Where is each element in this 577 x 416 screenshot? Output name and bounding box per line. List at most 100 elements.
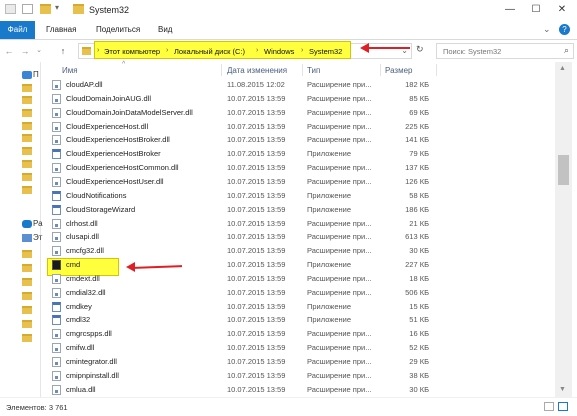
maximize-button[interactable]: ☐ xyxy=(523,0,549,20)
file-row[interactable]: cmgrcspps.dll 10.07.2015 13:59 Расширение … xyxy=(40,327,555,341)
file-row[interactable]: CloudExperienceHostCommon.dll 10.07.2015 … xyxy=(40,161,555,175)
dll-file-icon xyxy=(52,357,61,367)
scroll-down-icon[interactable]: ▼ xyxy=(559,386,566,393)
sidebar-folder-icon[interactable] xyxy=(22,147,32,155)
file-row[interactable]: CloudExperienceHost.dll 10.07.2015 13:59 Р… xyxy=(40,120,555,134)
breadcrumb-this-pc[interactable]: Этот компьютер xyxy=(104,47,160,56)
up-button[interactable]: ↑ xyxy=(57,44,69,58)
breadcrumb-local-disk[interactable]: Локальный диск (C:) xyxy=(174,47,245,56)
minimize-button[interactable]: — xyxy=(497,0,523,20)
sidebar-folder-icon[interactable] xyxy=(22,160,32,168)
sidebar-folder-icon[interactable] xyxy=(22,96,32,104)
file-row[interactable]: cmdial32.dll 10.07.2015 13:59 Расширение п… xyxy=(40,286,555,300)
file-row[interactable]: cmintegrator.dll 10.07.2015 13:59 Расширен… xyxy=(40,355,555,369)
file-size: 15 КБ xyxy=(409,301,429,311)
file-row[interactable]: cmdkey 10.07.2015 13:59 Приложение 15 КБ xyxy=(40,300,555,314)
column-date[interactable]: Дата изменения xyxy=(227,66,287,75)
address-folder-icon xyxy=(82,47,91,55)
file-row[interactable]: CloudDomainJoinDataModelServer.dll 10.07.… xyxy=(40,106,555,120)
search-icon: ⌕ xyxy=(563,45,569,55)
search-input[interactable]: Поиск: System32 ⌕ xyxy=(436,43,574,59)
sidebar-folder-icon[interactable] xyxy=(22,186,32,194)
sidebar-folder-icon[interactable] xyxy=(22,122,32,130)
file-row[interactable]: clrhost.dll 10.07.2015 13:59 Расширение пр… xyxy=(40,217,555,231)
sidebar-item-label[interactable]: П xyxy=(33,70,39,79)
properties-icon[interactable] xyxy=(22,4,33,14)
sidebar-folder-icon[interactable] xyxy=(22,320,32,328)
file-row[interactable]: CloudNotifications 10.07.2015 13:59 Прилож… xyxy=(40,189,555,203)
close-button[interactable]: ✕ xyxy=(549,0,575,20)
file-type: Расширение при... xyxy=(307,370,372,380)
sidebar-folder-icon[interactable] xyxy=(22,292,32,300)
sidebar-folder-icon[interactable] xyxy=(22,109,32,117)
sidebar-star-icon[interactable] xyxy=(22,71,32,79)
file-name: cmdl32 xyxy=(66,315,91,325)
recent-locations-icon[interactable]: ⌄ xyxy=(33,44,45,58)
file-row[interactable]: cloudAP.dll 11.08.2015 12:02 Расширение пр… xyxy=(40,78,555,92)
file-row[interactable]: cmifw.dll 10.07.2015 13:59 Расширение при.… xyxy=(40,341,555,355)
tab-file[interactable]: Файл xyxy=(0,21,35,39)
file-date: 10.07.2015 13:59 xyxy=(227,135,286,145)
sidebar-folder-icon[interactable] xyxy=(22,278,32,286)
column-headers: ^ Имя Дата изменения Тип Размер xyxy=(40,61,555,78)
tab-share[interactable]: Поделиться xyxy=(88,21,148,39)
file-size: 506 КБ xyxy=(405,287,429,297)
large-icons-view-icon[interactable] xyxy=(558,402,568,411)
file-type: Расширение при... xyxy=(307,273,372,283)
file-row[interactable]: CloudExperienceHostUser.dll 10.07.2015 13… xyxy=(40,175,555,189)
file-row[interactable]: CloudDomainJoinAUG.dll 10.07.2015 13:59 Ра… xyxy=(40,92,555,106)
file-row[interactable]: cmcfg32.dll 10.07.2015 13:59 Расширение пр… xyxy=(40,244,555,258)
breadcrumb-system32[interactable]: System32 xyxy=(309,47,342,56)
breadcrumb-windows[interactable]: Windows xyxy=(264,47,294,56)
forward-button[interactable]: → xyxy=(19,44,31,58)
file-row[interactable]: cmdext.dll 10.07.2015 13:59 Расширение при… xyxy=(40,272,555,286)
file-row[interactable]: CloudStorageWizard 10.07.2015 13:59 Прилож… xyxy=(40,203,555,217)
scroll-up-icon[interactable]: ▲ xyxy=(559,65,566,72)
details-view-icon[interactable] xyxy=(544,402,554,411)
file-type: Расширение при... xyxy=(307,246,372,256)
file-type: Приложение xyxy=(307,260,351,270)
file-date: 10.07.2015 13:59 xyxy=(227,232,286,242)
sidebar-folder-icon[interactable] xyxy=(22,264,32,272)
file-type: Расширение при... xyxy=(307,107,372,117)
column-type[interactable]: Тип xyxy=(307,66,320,75)
sidebar-folder-icon[interactable] xyxy=(22,134,32,142)
file-row[interactable]: cmdl32 10.07.2015 13:59 Приложение 51 КБ xyxy=(40,313,555,327)
column-size[interactable]: Размер xyxy=(385,66,413,75)
file-size: 52 КБ xyxy=(409,343,429,353)
sidebar-folder-icon[interactable] xyxy=(22,250,32,258)
column-name[interactable]: Имя xyxy=(62,66,78,75)
sidebar-folder-icon[interactable] xyxy=(22,173,32,181)
tab-home[interactable]: Главная xyxy=(38,21,84,39)
tab-view[interactable]: Вид xyxy=(150,21,180,39)
file-name: CloudDomainJoinAUG.dll xyxy=(66,93,152,103)
file-row[interactable]: clusapi.dll 10.07.2015 13:59 Расширение пр… xyxy=(40,230,555,244)
file-row[interactable]: cmlua.dll 10.07.2015 13:59 Расширение при.… xyxy=(40,383,555,397)
file-row[interactable]: CloudExperienceHostBroker.dll 10.07.2015 … xyxy=(40,133,555,147)
file-row[interactable]: cmipnpinstall.dll 10.07.2015 13:59 Расшире… xyxy=(40,369,555,383)
file-size: 186 КБ xyxy=(405,204,429,214)
sidebar-onedrive-icon[interactable] xyxy=(22,220,32,228)
sidebar-folder-icon[interactable] xyxy=(22,334,32,342)
file-row[interactable]: CloudExperienceHostBroker 10.07.2015 13:5… xyxy=(40,147,555,161)
back-button[interactable]: ← xyxy=(3,44,15,58)
file-row-cmd[interactable]: cmd 10.07.2015 13:59 Приложение 227 КБ xyxy=(40,258,555,272)
refresh-icon[interactable]: ↻ xyxy=(416,44,424,55)
app-icon[interactable] xyxy=(5,4,16,14)
file-size: 79 КБ xyxy=(409,149,429,159)
expand-ribbon-icon[interactable]: ⌄ xyxy=(543,24,551,35)
file-size: 141 КБ xyxy=(405,135,429,145)
dll-file-icon xyxy=(52,218,61,229)
help-icon[interactable]: ? xyxy=(559,24,570,35)
sidebar-folder-icon[interactable] xyxy=(22,306,32,314)
sidebar-folder-icon[interactable] xyxy=(22,84,32,92)
sidebar-computer-icon[interactable] xyxy=(22,234,32,242)
scroll-thumb[interactable] xyxy=(558,155,569,185)
file-date: 10.07.2015 13:59 xyxy=(227,329,286,339)
vertical-scrollbar[interactable]: ▲ ▼ xyxy=(555,62,572,397)
quick-access-dropdown-icon[interactable]: ▾ xyxy=(55,3,59,12)
file-type: Приложение xyxy=(307,149,351,159)
file-date: 10.07.2015 13:59 xyxy=(227,260,286,270)
new-folder-icon[interactable] xyxy=(40,4,51,14)
file-size: 69 КБ xyxy=(409,107,429,117)
